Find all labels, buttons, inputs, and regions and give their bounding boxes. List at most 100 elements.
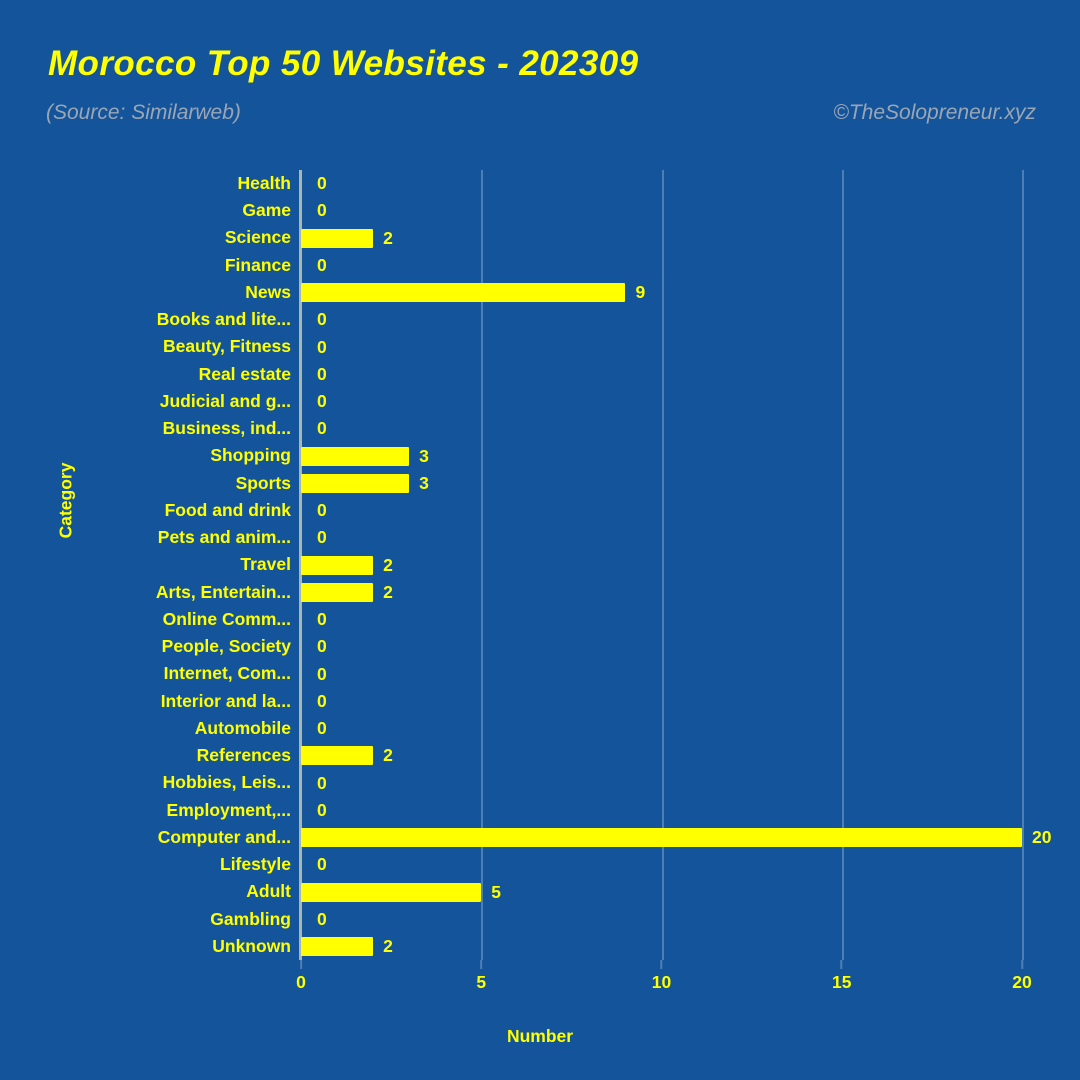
bar-and-value: 2 [301, 742, 393, 770]
bar-and-value: 2 [301, 933, 393, 961]
bar-value-label: 0 [317, 336, 327, 357]
category-label: Beauty, Fitness [162, 336, 291, 357]
bar-value-label: 0 [317, 391, 327, 412]
chart-subtitle-source: (Source: Similarweb) [46, 101, 241, 124]
bar-and-value: 0 [301, 170, 327, 198]
bar-row[interactable]: Automobile 0 [0, 715, 1080, 743]
bar-row[interactable]: News 9 [0, 279, 1080, 307]
bar-value-label: 2 [383, 936, 393, 956]
tick-label: 15 [832, 972, 852, 992]
bar-value-label: 20 [1032, 827, 1052, 848]
category-label: Science [224, 227, 291, 248]
x-tick: 10 [652, 960, 671, 993]
bar[interactable] [301, 555, 374, 575]
bar[interactable] [301, 937, 374, 956]
x-tick: 5 [476, 960, 486, 993]
category-label: Pets and anim... [157, 527, 291, 548]
bar[interactable] [301, 582, 374, 602]
bar-row[interactable]: Adult 5 [0, 878, 1080, 906]
bar-and-value: 0 [301, 497, 327, 525]
bar-row[interactable]: Arts, Entertain... 2 [0, 579, 1080, 607]
bar-and-value: 3 [301, 470, 429, 498]
category-label: Finance [224, 254, 291, 275]
bar-row[interactable]: Shopping 3 [0, 442, 1080, 470]
bar-value-label: 2 [383, 554, 393, 575]
bar-row[interactable]: Real estate 0 [0, 361, 1080, 389]
bar-value-label: 0 [317, 363, 327, 384]
bar-value-label: 0 [317, 309, 327, 330]
bar-row[interactable]: Lifestyle 0 [0, 851, 1080, 879]
y-axis-title: Category [55, 462, 76, 539]
bar-row[interactable]: Beauty, Fitness 0 [0, 333, 1080, 361]
category-label: News [245, 281, 291, 302]
category-label: Food and drink [164, 499, 291, 520]
bar-row[interactable]: Health 0 [0, 170, 1080, 198]
bar-row[interactable]: Science 2 [0, 224, 1080, 252]
bar-row[interactable]: People, Society 0 [0, 633, 1080, 661]
bar-and-value: 0 [301, 306, 327, 334]
tick-label: 20 [1012, 972, 1032, 992]
bar-row[interactable]: Judicial and g... 0 [0, 388, 1080, 416]
bar-row[interactable]: Employment,... 0 [0, 797, 1080, 825]
bar-value-label: 0 [317, 527, 327, 548]
category-label: Automobile [194, 717, 291, 738]
category-label: Internet, Com... [163, 663, 291, 684]
bar-row[interactable]: Finance 0 [0, 252, 1080, 280]
bar-value-label: 2 [383, 227, 393, 248]
category-label: Shopping [210, 445, 291, 466]
bar-row[interactable]: Hobbies, Leis... 0 [0, 769, 1080, 797]
bar-row[interactable]: Game 0 [0, 197, 1080, 225]
category-label: Gambling [210, 908, 291, 929]
bar[interactable] [301, 473, 410, 493]
bar-value-label: 2 [383, 745, 393, 766]
chart-title: Morocco Top 50 Websites - 202309 [48, 44, 639, 83]
bar[interactable] [301, 228, 374, 248]
category-label: People, Society [161, 636, 291, 657]
bar-row[interactable]: Computer and... 20 [0, 824, 1080, 852]
bar-value-label: 5 [491, 881, 501, 902]
tick-mark [1021, 960, 1023, 969]
tick-label: 0 [296, 972, 306, 992]
category-label: Sports [235, 472, 291, 493]
bar-and-value: 2 [301, 551, 393, 579]
bar-row[interactable]: Food and drink 0 [0, 497, 1080, 525]
bar-row[interactable]: References 2 [0, 742, 1080, 770]
bar-and-value: 0 [301, 633, 327, 661]
category-label: Business, ind... [162, 418, 291, 439]
bar[interactable] [301, 283, 626, 303]
bar-row[interactable]: Travel 2 [0, 551, 1080, 579]
bar[interactable] [301, 446, 410, 466]
bar-value-label: 0 [317, 636, 327, 657]
bar-and-value: 0 [301, 415, 327, 443]
bar-value-label: 0 [317, 854, 327, 875]
bar-row[interactable]: Internet, Com... 0 [0, 660, 1080, 688]
bar-and-value: 0 [301, 688, 327, 716]
tick-mark [480, 960, 483, 969]
bar-row[interactable]: Online Comm... 0 [0, 606, 1080, 634]
bar[interactable] [301, 746, 374, 766]
bar-row[interactable]: Pets and anim... 0 [0, 524, 1080, 552]
category-label: Computer and... [157, 826, 291, 847]
bar-value-label: 3 [419, 472, 429, 493]
bar-and-value: 0 [301, 524, 327, 552]
watermark-credit: ©TheSolopreneur.xyz [833, 101, 1036, 124]
category-label: Health [237, 173, 291, 193]
bar-and-value: 0 [301, 197, 327, 225]
bar-row[interactable]: Sports 3 [0, 470, 1080, 498]
bar-value-label: 9 [635, 282, 646, 303]
category-label: Employment,... [166, 799, 291, 820]
bar[interactable] [301, 882, 482, 902]
bar-row[interactable]: Unknown 2 [0, 933, 1080, 961]
bar-and-value: 0 [301, 660, 327, 688]
bar-row[interactable]: Interior and la... 0 [0, 688, 1080, 716]
x-axis-title: Number [506, 1026, 574, 1046]
bar[interactable] [301, 828, 1022, 848]
bar-row[interactable]: Gambling 0 [0, 906, 1080, 934]
bar-value-label: 0 [317, 418, 327, 439]
bar-and-value: 0 [301, 797, 327, 825]
category-label: Travel [240, 554, 291, 575]
bar-row[interactable]: Books and lite... 0 [0, 306, 1080, 334]
bar-value-label: 0 [317, 500, 327, 521]
bar-row[interactable]: Business, ind... 0 [0, 415, 1080, 443]
bar-and-value: 3 [301, 442, 429, 470]
